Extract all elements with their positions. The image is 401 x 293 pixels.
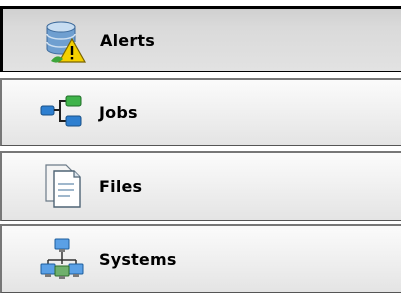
systems-icon [38, 236, 86, 284]
nav-item-label: Systems [99, 249, 177, 269]
nav-item-label: Files [99, 177, 143, 196]
nav-item-alerts[interactable]: Alerts [0, 6, 401, 72]
nav-item-label: Alerts [100, 30, 155, 50]
jobs-icon [38, 89, 86, 137]
nav-item-systems[interactable]: Systems [0, 224, 401, 293]
files-icon [38, 161, 86, 209]
nav-item-jobs[interactable]: Jobs [0, 78, 401, 146]
alerts-icon [39, 17, 87, 65]
sidebar-nav: Alerts Jobs Files Systems [0, 0, 401, 293]
nav-item-label: Jobs [99, 103, 138, 122]
nav-item-files[interactable]: Files [0, 151, 401, 221]
